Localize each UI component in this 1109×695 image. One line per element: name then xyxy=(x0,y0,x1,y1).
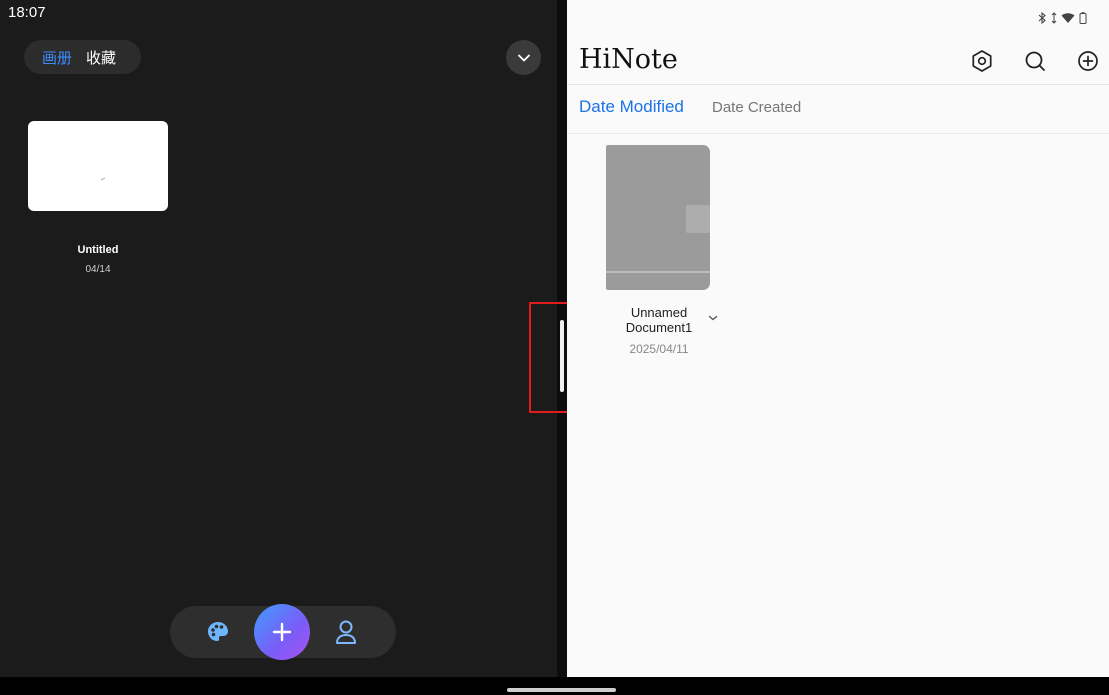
palette-icon[interactable] xyxy=(206,620,230,644)
hexagon-settings-icon[interactable] xyxy=(969,48,995,74)
notes-app-pane: HiNote Date Modified Date Created Unname… xyxy=(567,0,1109,677)
chevron-down-icon[interactable] xyxy=(707,313,719,323)
navigation-bar xyxy=(0,677,1109,695)
search-icon[interactable] xyxy=(1022,48,1048,74)
document-name: Unnamed Document1 xyxy=(625,305,693,335)
drawing-app-pane: 18:07 画册 收藏 Untitled 04/14 xyxy=(0,0,557,677)
tab-album[interactable]: 画册 xyxy=(42,47,72,68)
user-icon[interactable] xyxy=(334,619,358,645)
artwork-thumbnail[interactable] xyxy=(28,121,168,211)
expand-button[interactable] xyxy=(506,40,541,75)
header-divider xyxy=(567,84,1109,85)
chevron-down-icon xyxy=(517,54,530,61)
document-date: 2025/04/11 xyxy=(629,342,689,356)
cover-band xyxy=(606,271,710,273)
sort-date-modified[interactable]: Date Modified xyxy=(579,97,684,117)
data-arrows-icon xyxy=(1051,12,1057,24)
sketch-mark xyxy=(100,177,106,181)
add-button[interactable] xyxy=(254,604,310,660)
sort-divider xyxy=(567,133,1109,134)
add-circle-icon[interactable] xyxy=(1075,48,1101,74)
cover-tab xyxy=(686,205,710,233)
wifi-icon xyxy=(1061,13,1075,23)
sort-date-created[interactable]: Date Created xyxy=(712,99,801,116)
artwork-title: Untitled xyxy=(77,244,119,256)
status-time: 18:07 xyxy=(8,4,46,21)
document-cover[interactable] xyxy=(606,145,710,290)
home-indicator[interactable] xyxy=(507,688,616,692)
status-icons xyxy=(1038,12,1087,24)
tab-favorites[interactable]: 收藏 xyxy=(86,47,116,68)
plus-icon xyxy=(272,622,292,642)
app-title: HiNote xyxy=(579,44,678,75)
bluetooth-icon xyxy=(1038,12,1046,24)
album-toggle: 画册 收藏 xyxy=(24,40,141,74)
battery-icon xyxy=(1079,12,1087,24)
artwork-date: 04/14 xyxy=(85,264,111,275)
bottom-toolbar xyxy=(170,604,396,660)
